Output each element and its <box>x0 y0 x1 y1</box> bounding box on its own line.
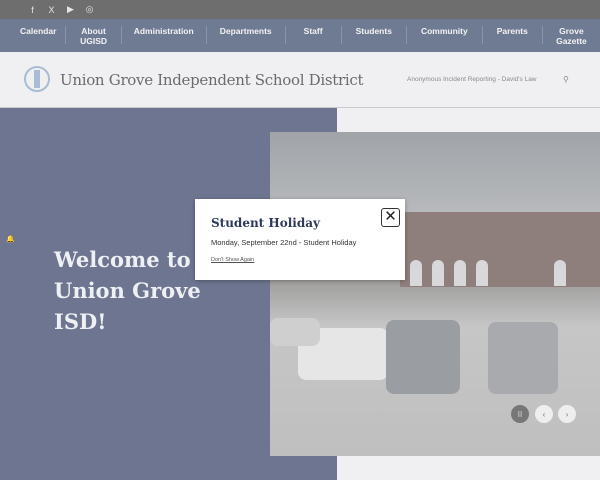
nav-calendar[interactable]: Calendar <box>0 26 67 44</box>
slider-next-button[interactable]: › <box>558 405 576 423</box>
nav-community[interactable]: Community <box>407 26 483 44</box>
x-icon[interactable]: X <box>47 5 56 15</box>
nav-staff[interactable]: Staff <box>286 26 342 44</box>
main-nav: Calendar About UGISD Administration Depa… <box>0 19 600 52</box>
district-logo[interactable] <box>24 66 50 92</box>
anonymous-reporting-link[interactable]: Anonymous Incident Reporting - David's L… <box>407 76 537 83</box>
notification-bell-icon[interactable]: 🔔 <box>6 235 15 243</box>
modal-message: Monday, September 22nd - Student Holiday <box>211 238 357 247</box>
close-icon[interactable]: ✕ <box>381 208 400 227</box>
nav-grove-gazette[interactable]: Grove Gazette <box>543 26 600 46</box>
dont-show-again-link[interactable]: Don't Show Again <box>211 257 254 263</box>
nav-departments[interactable]: Departments <box>207 26 286 44</box>
facebook-icon[interactable]: f <box>28 5 37 15</box>
nav-about[interactable]: About UGISD <box>66 26 122 46</box>
slider-pause-button[interactable]: II <box>511 405 529 423</box>
nav-administration[interactable]: Administration <box>122 26 207 44</box>
site-title[interactable]: Union Grove Independent School District <box>60 71 364 89</box>
nav-parents[interactable]: Parents <box>483 26 543 44</box>
holiday-modal: Student Holiday Monday, September 22nd -… <box>195 199 405 280</box>
modal-title: Student Holiday <box>211 216 321 230</box>
instagram-icon[interactable]: ◎ <box>85 4 94 15</box>
social-bar: f X ▶ ◎ <box>0 0 600 19</box>
nav-students[interactable]: Students <box>342 26 407 44</box>
site-header: Union Grove Independent School District … <box>0 52 600 108</box>
slider-prev-button[interactable]: ‹ <box>535 405 553 423</box>
youtube-icon[interactable]: ▶ <box>66 4 75 15</box>
search-icon[interactable]: ⚲ <box>563 75 569 84</box>
